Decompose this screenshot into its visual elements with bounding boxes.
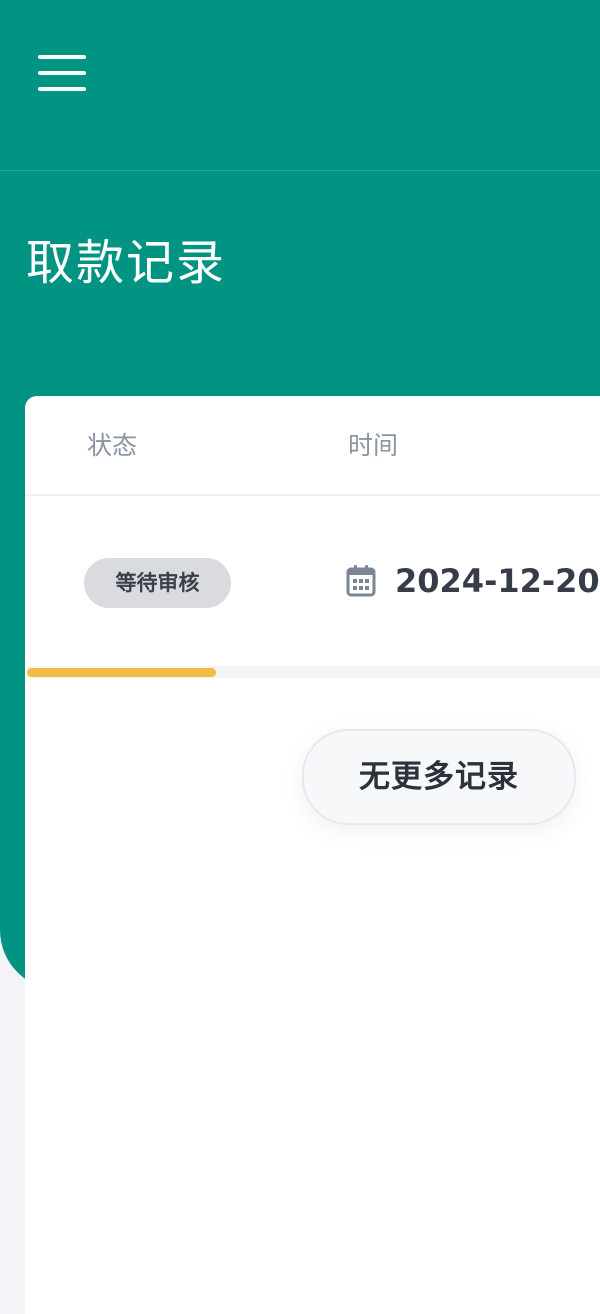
top-bar xyxy=(0,0,600,171)
calendar-icon xyxy=(346,565,376,597)
menu-icon-bar xyxy=(38,71,86,75)
hamburger-menu-icon[interactable] xyxy=(32,48,92,98)
column-header-status: 状态 xyxy=(87,431,138,460)
status-badge: 等待审核 xyxy=(84,558,231,608)
horizontal-scrollbar[interactable] xyxy=(27,666,600,678)
records-card: 状态 时间 等待审核 2024-12-20 1 无更多记录 xyxy=(25,396,600,1314)
menu-icon-bar xyxy=(38,55,86,59)
scrollbar-thumb[interactable] xyxy=(27,668,216,677)
page: 取款记录 状态 时间 等待审核 2024-12-20 1 xyxy=(0,0,600,1314)
page-title: 取款记录 xyxy=(26,235,227,291)
menu-icon-bar xyxy=(38,87,86,91)
record-time: 2024-12-20 1 xyxy=(395,562,600,600)
column-header-time: 时间 xyxy=(348,431,399,460)
no-more-records-button[interactable]: 无更多记录 xyxy=(302,729,576,825)
table-row[interactable]: 等待审核 2024-12-20 1 xyxy=(25,496,600,666)
table-header: 状态 时间 xyxy=(25,396,600,496)
